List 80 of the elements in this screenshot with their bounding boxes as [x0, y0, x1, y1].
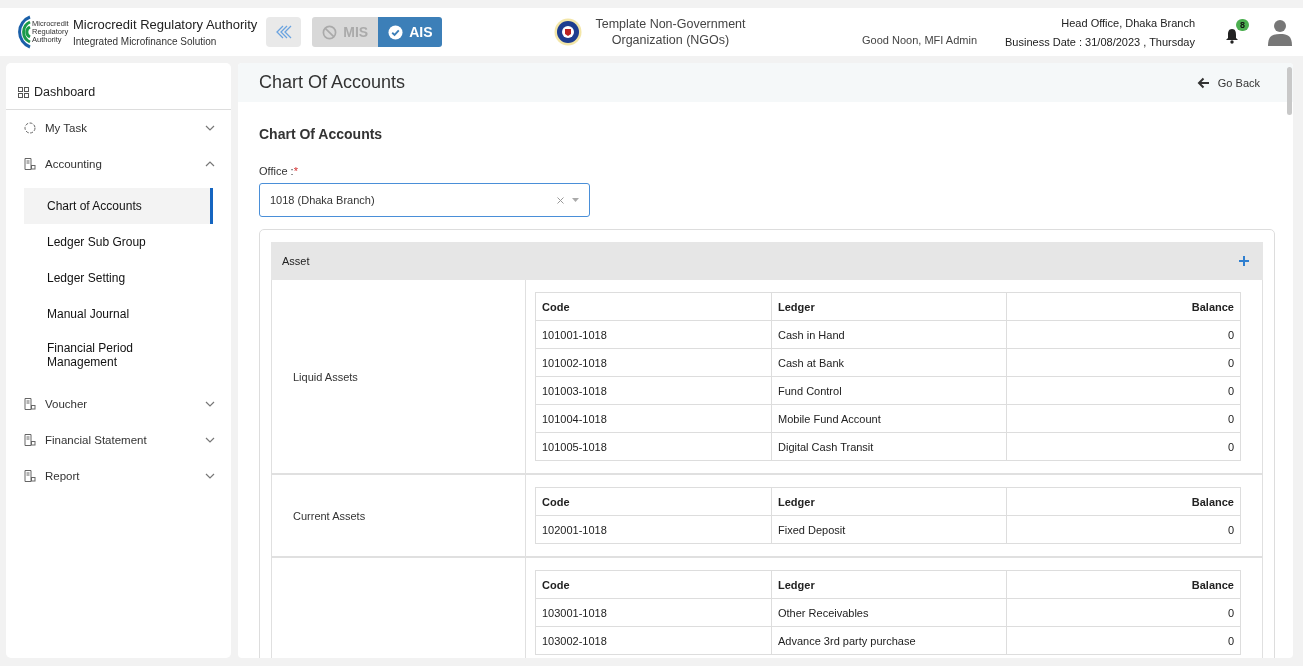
table-cell: 101005-1018 [535, 432, 772, 461]
avatar-icon[interactable] [1267, 18, 1293, 46]
table-cell: 101003-1018 [535, 376, 772, 405]
notification-button[interactable]: 8 [1225, 19, 1249, 45]
organization-name: Template Non-Government Organization (NGOs) [594, 16, 747, 48]
table-cell: Fund Control [771, 376, 1007, 405]
column-header: Code [535, 487, 772, 516]
office-select[interactable]: 1018 (Dhaka Branch) [259, 183, 590, 217]
bell-icon [1225, 28, 1239, 44]
form-title: Chart Of Accounts [259, 126, 384, 142]
submenu-item[interactable]: Manual Journal [24, 296, 213, 332]
collapse-button[interactable] [266, 17, 302, 47]
sidebar-item[interactable]: Report [45, 470, 196, 482]
table-cell: 0 [1006, 515, 1241, 544]
plus-icon[interactable] [1239, 256, 1249, 266]
sidebar-item[interactable]: Dashboard [34, 85, 96, 99]
office-name: Head Office, Dhaka Branch [1061, 16, 1195, 29]
table-cell: Mobile Fund Account [771, 404, 1007, 433]
sidebar-item[interactable]: My Task [45, 122, 196, 134]
document-icon [24, 398, 36, 410]
table-cell: 0 [1006, 626, 1241, 655]
business-date: Business Date : 31/08/2023 , Thursday [1005, 35, 1195, 48]
document-icon [24, 470, 36, 482]
caret-icon [572, 198, 579, 202]
module-toggle[interactable]: AIS [378, 17, 443, 47]
notification-badge: 8 [1236, 19, 1249, 31]
submenu-item[interactable]: Ledger Setting [24, 260, 213, 296]
page-title: Chart Of Accounts [259, 72, 406, 93]
table-cell: 103001-1018 [535, 598, 772, 627]
document-icon [24, 158, 36, 170]
table-cell: Advance 3rd party purchase [771, 626, 1007, 655]
group-name: Current Assets [293, 509, 366, 522]
column-header: Code [535, 570, 772, 599]
sidebar-item[interactable]: Financial Statement [45, 434, 196, 446]
table-cell: 101001-1018 [535, 320, 772, 349]
table-cell: 0 [1006, 320, 1241, 349]
column-header: Balance [1006, 292, 1241, 321]
column-header: Ledger [771, 570, 1007, 599]
arrow-left-icon [1196, 76, 1210, 89]
table-cell: Cash at Bank [771, 348, 1007, 377]
table-cell: 0 [1006, 432, 1241, 461]
sidebar-item[interactable]: Accounting [45, 158, 196, 170]
table-cell: Fixed Deposit [771, 515, 1007, 544]
group-name: Liquid Assets [293, 370, 358, 383]
table-cell: 0 [1006, 404, 1241, 433]
section-title: Asset [282, 255, 310, 267]
table-cell: 0 [1006, 598, 1241, 627]
emblem-icon [554, 18, 583, 46]
column-header: Balance [1006, 487, 1241, 516]
column-header: Ledger [771, 292, 1007, 321]
sidebar-item[interactable]: Voucher [45, 398, 196, 410]
table-cell: 0 [1006, 348, 1241, 377]
table-cell: 101002-1018 [535, 348, 772, 377]
greeting: Good Noon, MFI Admin [862, 34, 977, 46]
check-circle-icon [388, 24, 404, 40]
column-header: Balance [1006, 570, 1241, 599]
grid-icon [18, 86, 29, 98]
circle-icon [24, 122, 36, 134]
field-label: Office :* [259, 165, 299, 177]
table-cell: Cash in Hand [771, 320, 1007, 349]
document-icon [24, 434, 36, 446]
section-header[interactable]: Asset [271, 242, 1263, 280]
org-subtitle: Integrated Microfinance Solution [73, 36, 218, 47]
column-header: Ledger [771, 487, 1007, 516]
table-cell: 0 [1006, 376, 1241, 405]
submenu-item[interactable]: Chart of Accounts [24, 188, 213, 224]
blocked-icon [322, 24, 338, 40]
table-cell: Digital Cash Transit [771, 432, 1007, 461]
column-header: Code [535, 292, 772, 321]
go-back-button[interactable]: Go Back [1196, 76, 1260, 89]
table-cell: 101004-1018 [535, 404, 772, 433]
scrollbar[interactable] [1287, 67, 1292, 115]
table-cell: 103002-1018 [535, 626, 772, 655]
table-cell: Other Receivables [771, 598, 1007, 627]
clear-icon[interactable] [557, 196, 564, 204]
submenu-item[interactable]: Ledger Sub Group [24, 224, 213, 260]
table-cell: 102001-1018 [535, 515, 772, 544]
submenu-item[interactable]: Financial Period Management [24, 332, 213, 378]
double-chevron-icon [274, 25, 293, 39]
org-name: Microcredit Regulatory Authority [73, 17, 258, 32]
